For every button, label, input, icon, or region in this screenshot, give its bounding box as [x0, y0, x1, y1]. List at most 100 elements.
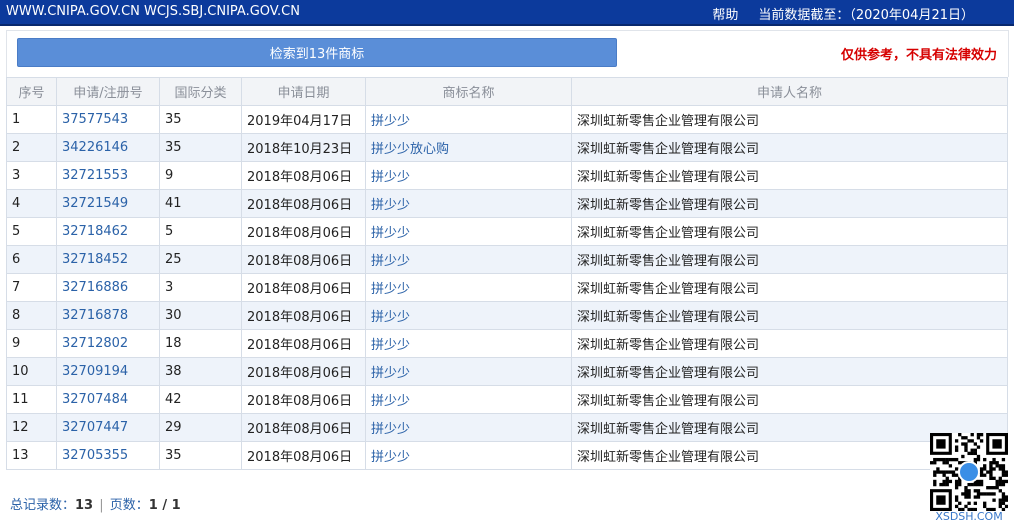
trademark-name-link[interactable]: 拼少少: [365, 245, 572, 274]
applicant-name: 深圳虹新零售企业管理有限公司: [571, 161, 1008, 190]
trademark-name-link[interactable]: 拼少少: [365, 329, 572, 358]
apply-date: 2019年04月17日: [241, 105, 366, 134]
date-header: 申请日期: [241, 77, 366, 106]
trademark-name-link[interactable]: 拼少少: [365, 441, 572, 470]
site-urls: WWW.CNIPA.GOV.CN WCJS.SBJ.CNIPA.GOV.CN: [6, 4, 300, 19]
row-index: 13: [6, 441, 57, 470]
reg-number-header: 申请/注册号: [56, 77, 160, 106]
intl-class: 5: [159, 217, 242, 246]
table-row: 7 32716886 3 2018年08月06日 拼少少 深圳虹新零售企业管理有限公司: [6, 273, 1008, 302]
class-header: 国际分类: [159, 77, 242, 106]
row-index: 3: [6, 161, 57, 190]
intl-class: 30: [159, 301, 242, 330]
trademark-name-link[interactable]: 拼少少: [365, 161, 572, 190]
trademark-name-link[interactable]: 拼少少: [365, 413, 572, 442]
apply-date: 2018年08月06日: [241, 217, 366, 246]
table-header-row: 序号 申请/注册号 国际分类 申请日期 商标名称 申请人名称: [6, 77, 1008, 106]
reg-number-link[interactable]: 34226146: [56, 133, 160, 162]
reg-number-link[interactable]: 32716878: [56, 301, 160, 330]
apply-date: 2018年08月06日: [241, 189, 366, 218]
table-row: 13 32705355 35 2018年08月06日 拼少少 深圳虹新零售企业管理有限公司: [6, 441, 1008, 470]
intl-class: 41: [159, 189, 242, 218]
row-index: 10: [6, 357, 57, 386]
apply-date: 2018年08月06日: [241, 329, 366, 358]
reg-number-link[interactable]: 32716886: [56, 273, 160, 302]
pagination-summary: 总记录数：13 | 页数：1 / 1: [10, 494, 181, 513]
applicant-name: 深圳虹新零售企业管理有限公司: [571, 385, 1008, 414]
intl-class: 9: [159, 161, 242, 190]
watermark-caption: XSDSH.COM: [935, 510, 1003, 523]
table-row: 6 32718452 25 2018年08月06日 拼少少 深圳虹新零售企业管理有限公司: [6, 245, 1008, 274]
row-index: 6: [6, 245, 57, 274]
apply-date: 2018年08月06日: [241, 357, 366, 386]
reg-number-link[interactable]: 32712802: [56, 329, 160, 358]
row-index: 1: [6, 105, 57, 134]
reg-number-link[interactable]: 32707484: [56, 385, 160, 414]
applicant-name: 深圳虹新零售企业管理有限公司: [571, 217, 1008, 246]
row-index: 5: [6, 217, 57, 246]
trademark-name-link[interactable]: 拼少少: [365, 189, 572, 218]
qr-code-icon: [930, 433, 1008, 511]
apply-date: 2018年08月06日: [241, 245, 366, 274]
help-link[interactable]: 帮助: [712, 4, 738, 23]
table-row: 11 32707484 42 2018年08月06日 拼少少 深圳虹新零售企业管理有限公司: [6, 385, 1008, 414]
row-index: 11: [6, 385, 57, 414]
table-row: 2 34226146 35 2018年10月23日 拼少少放心购 深圳虹新零售企业管理有限…: [6, 133, 1008, 162]
top-bar-right: 帮助 当前数据截至：（2020年04月21日）: [712, 4, 974, 23]
trademark-name-link[interactable]: 拼少少: [365, 273, 572, 302]
applicant-header: 申请人名称: [571, 77, 1008, 106]
results-table: 序号 申请/注册号 国际分类 申请日期 商标名称 申请人名称 1 37577543 35 201…: [6, 77, 1008, 470]
table-row: 8 32716878 30 2018年08月06日 拼少少 深圳虹新零售企业管理有限公司: [6, 301, 1008, 330]
reg-number-link[interactable]: 32705355: [56, 441, 160, 470]
apply-date: 2018年08月06日: [241, 385, 366, 414]
reg-number-link[interactable]: 37577543: [56, 105, 160, 134]
reg-number-link[interactable]: 32718452: [56, 245, 160, 274]
trademark-name-link[interactable]: 拼少少放心购: [365, 133, 572, 162]
footer-separator: |: [99, 498, 104, 513]
intl-class: 29: [159, 413, 242, 442]
table-row: 9 32712802 18 2018年08月06日 拼少少 深圳虹新零售企业管理有限公司: [6, 329, 1008, 358]
row-index: 8: [6, 301, 57, 330]
applicant-name: 深圳虹新零售企业管理有限公司: [571, 357, 1008, 386]
trademark-name-link[interactable]: 拼少少: [365, 105, 572, 134]
index-header: 序号: [6, 77, 57, 106]
intl-class: 42: [159, 385, 242, 414]
disclaimer-text: 仅供参考，不具有法律效力: [840, 48, 997, 63]
trademark-name-link[interactable]: 拼少少: [365, 301, 572, 330]
table-row: 5 32718462 5 2018年08月06日 拼少少 深圳虹新零售企业管理有限公司: [6, 217, 1008, 246]
trademark-name-link[interactable]: 拼少少: [365, 357, 572, 386]
table-row: 12 32707447 29 2018年08月06日 拼少少 深圳虹新零售企业管理有限公司: [6, 413, 1008, 442]
trademark-name-link[interactable]: 拼少少: [365, 385, 572, 414]
reg-number-link[interactable]: 32718462: [56, 217, 160, 246]
intl-class: 35: [159, 441, 242, 470]
table-row: 1 37577543 35 2019年04月17日 拼少少 深圳虹新零售企业管理有限公司: [6, 105, 1008, 134]
reg-number-link[interactable]: 32721549: [56, 189, 160, 218]
intl-class: 38: [159, 357, 242, 386]
intl-class: 3: [159, 273, 242, 302]
trademark-name-link[interactable]: 拼少少: [365, 217, 572, 246]
apply-date: 2018年08月06日: [241, 273, 366, 302]
total-records-value: 13: [75, 498, 94, 513]
reg-number-link[interactable]: 32721553: [56, 161, 160, 190]
applicant-name: 深圳虹新零售企业管理有限公司: [571, 301, 1008, 330]
intl-class: 18: [159, 329, 242, 358]
row-index: 9: [6, 329, 57, 358]
reg-number-link[interactable]: 32707447: [56, 413, 160, 442]
intl-class: 25: [159, 245, 242, 274]
applicant-name: 深圳虹新零售企业管理有限公司: [571, 189, 1008, 218]
top-bar: WWW.CNIPA.GOV.CN WCJS.SBJ.CNIPA.GOV.CN 帮…: [0, 0, 1014, 26]
table-body: 1 37577543 35 2019年04月17日 拼少少 深圳虹新零售企业管理有限公司 2…: [6, 105, 1008, 470]
row-index: 2: [6, 133, 57, 162]
row-index: 7: [6, 273, 57, 302]
pages-value: 1 / 1: [148, 498, 181, 513]
applicant-name: 深圳虹新零售企业管理有限公司: [571, 245, 1008, 274]
total-records-label: 总记录数：: [10, 498, 76, 513]
applicant-name: 深圳虹新零售企业管理有限公司: [571, 329, 1008, 358]
table-row: 4 32721549 41 2018年08月06日 拼少少 深圳虹新零售企业管理有限公司: [6, 189, 1008, 218]
row-index: 4: [6, 189, 57, 218]
result-panel: 检索到13件商标 仅供参考，不具有法律效力: [6, 30, 1009, 77]
reg-number-link[interactable]: 32709194: [56, 357, 160, 386]
pages-label: 页数：: [109, 498, 149, 513]
table-row: 3 32721553 9 2018年08月06日 拼少少 深圳虹新零售企业管理有限公司: [6, 161, 1008, 190]
intl-class: 35: [159, 105, 242, 134]
